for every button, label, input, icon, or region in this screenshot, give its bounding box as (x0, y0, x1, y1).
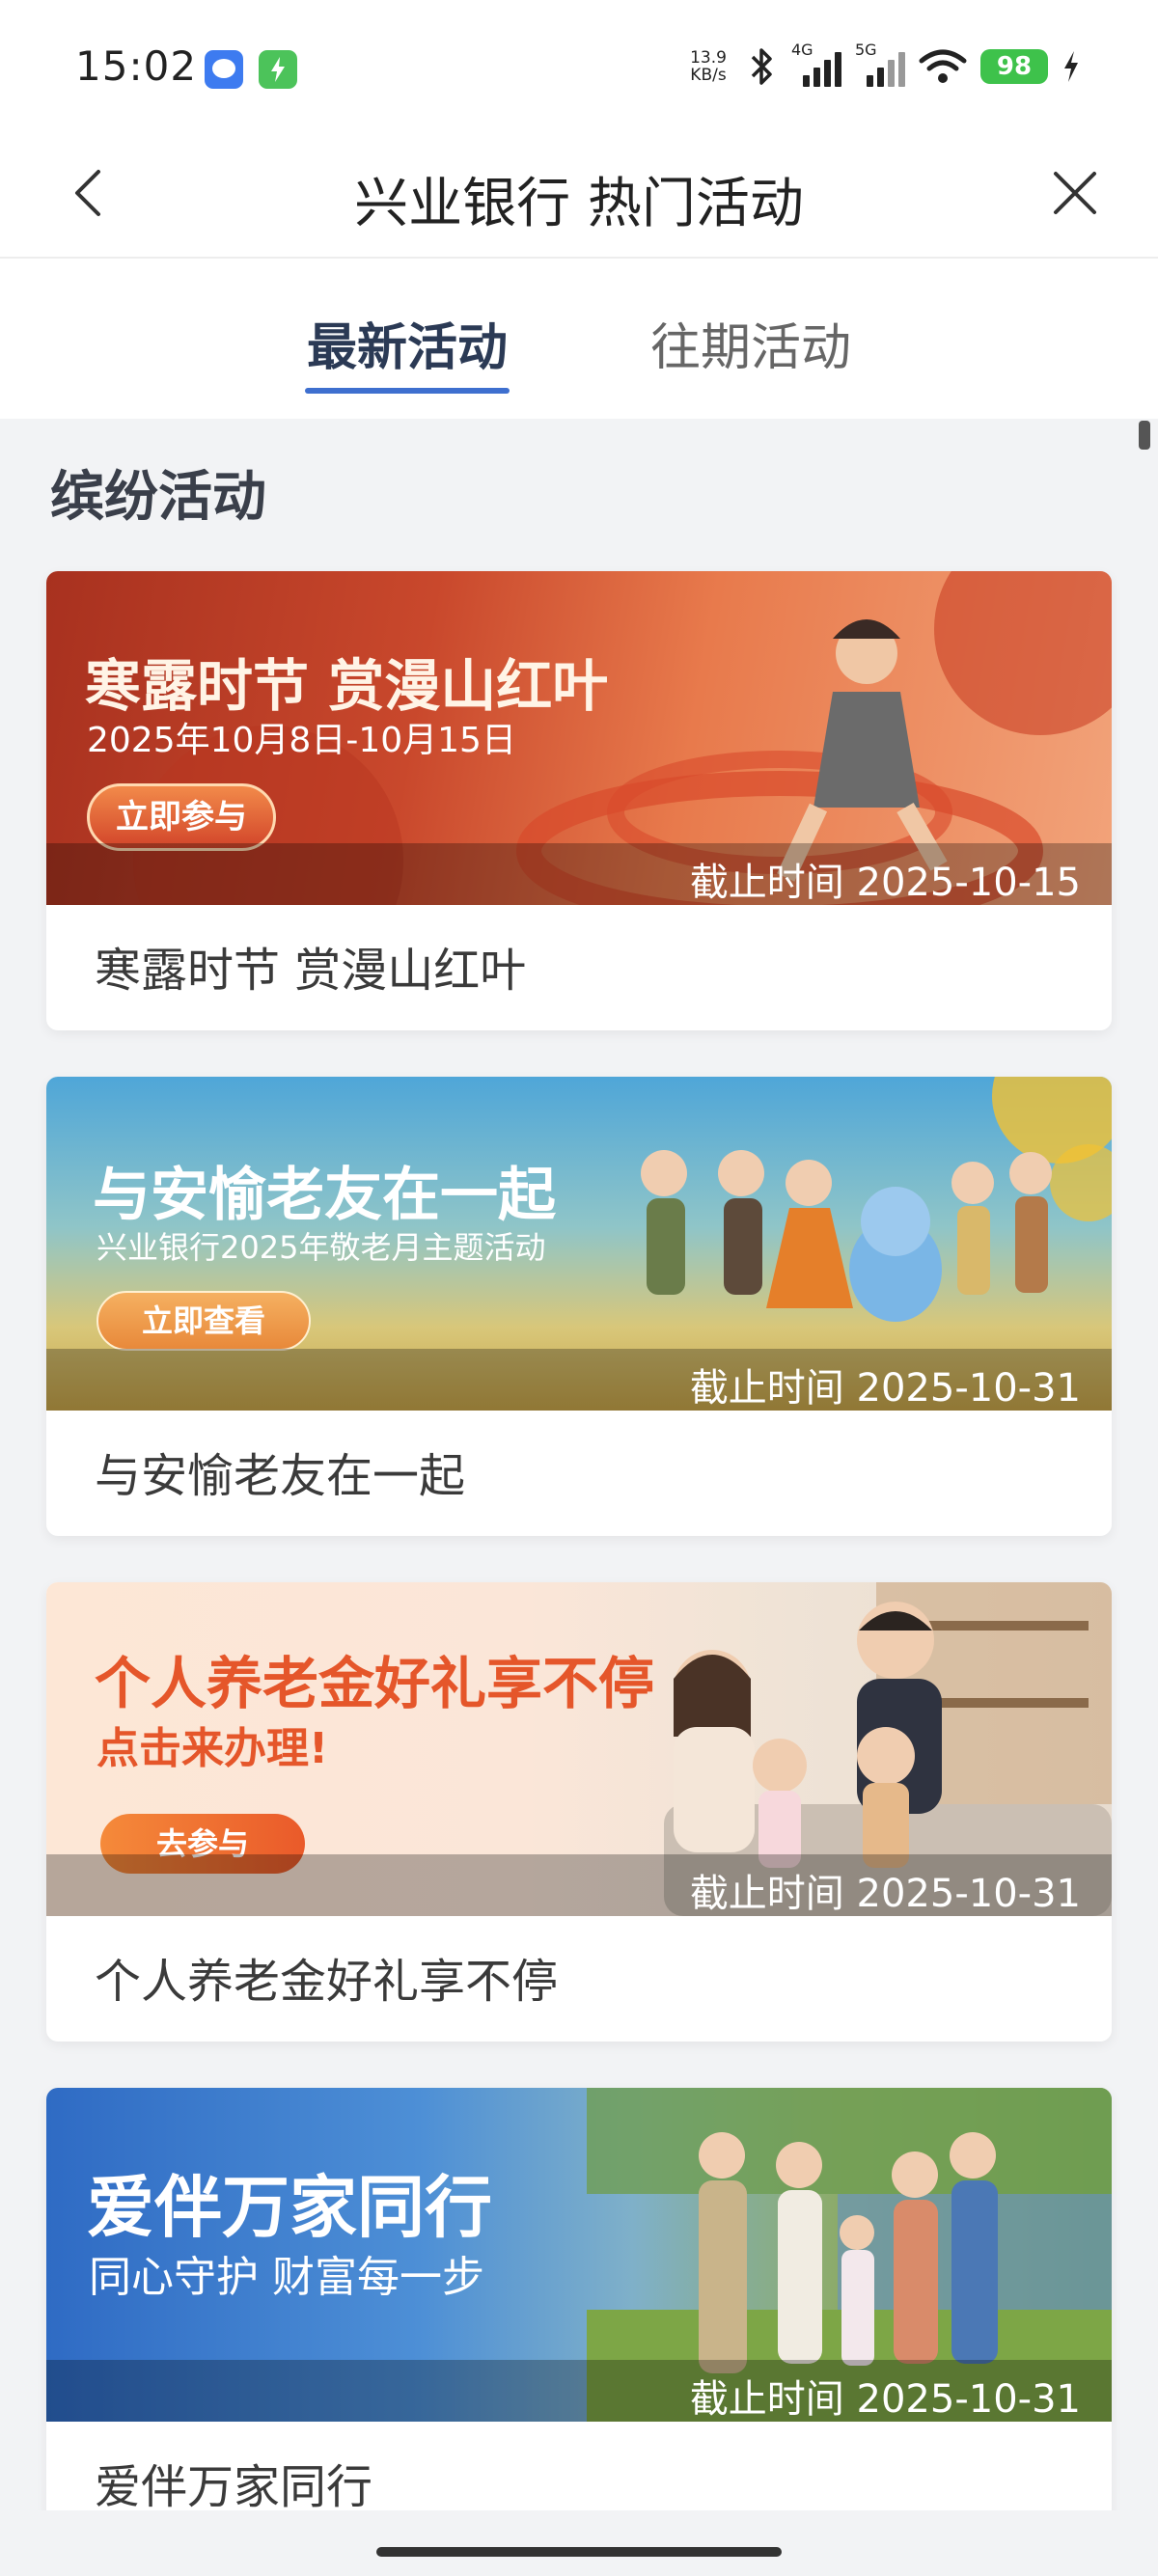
activity-title: 爱伴万家同行 (95, 2460, 373, 2510)
banner-headline: 与安愉老友在一起 (93, 1162, 556, 1229)
close-icon[interactable] (1046, 164, 1104, 222)
deadline-text: 截止时间 2025-10-31 (689, 2377, 1081, 2422)
banner-subline: 2025年10月8日-10月15日 (87, 721, 516, 760)
deadline-strip: 截止时间 2025-10-31 (46, 1854, 1112, 1916)
deadline-strip: 截止时间 2025-10-31 (46, 1349, 1112, 1411)
page-title: 兴业银行 热门活动 (354, 173, 804, 235)
banner-subline: 同心守护 财富每一步 (89, 2253, 484, 2302)
message-app-icon (205, 50, 243, 89)
charging-app-icon (259, 50, 297, 89)
activity-card[interactable]: 与安愉老友在一起 兴业银行2025年敬老月主题活动 立即查看 截止时间 2025… (46, 1077, 1112, 1536)
activity-title: 与安愉老友在一起 (95, 1449, 466, 1503)
wifi-icon (919, 49, 967, 83)
net-speed-unit: KB/s (690, 66, 727, 85)
charge-icon (1064, 51, 1078, 82)
activity-card[interactable]: 个人养老金好礼享不停 点击来办理! 去参与 截止时间 2025-10-31 个人… (46, 1582, 1112, 2042)
tab-active-indicator (305, 388, 510, 394)
home-indicator[interactable] (376, 2547, 782, 2557)
battery-icon: 98 (980, 49, 1048, 84)
status-indicators: 13.9 KB/s 4G 5G 98 (685, 41, 1081, 89)
activity-card[interactable]: 爱伴万家同行 同心守护 财富每一步 截止时间 2025-10-31 爱伴万家同行 (46, 2088, 1112, 2510)
scrollbar[interactable] (1139, 421, 1150, 450)
net-speed-value: 13.9 (690, 48, 727, 68)
deadline-text: 截止时间 2025-10-31 (689, 1872, 1081, 1916)
view-now-button[interactable]: 立即查看 (96, 1291, 311, 1351)
tab-bar: 最新活动 往期活动 (0, 259, 1158, 419)
activity-banner[interactable]: 寒露时节 赏漫山红叶 2025年10月8日-10月15日 立即参与 截止时间 2… (46, 571, 1112, 905)
status-time: 15:02 (75, 42, 198, 90)
deadline-text: 截止时间 2025-10-31 (689, 1366, 1081, 1411)
tab-past-activities[interactable]: 往期活动 (650, 307, 851, 379)
activity-title: 寒露时节 赏漫山红叶 (95, 944, 527, 998)
activity-title: 个人养老金好礼享不停 (95, 1955, 559, 2009)
section-title: 缤纷活动 (50, 466, 266, 529)
tab-latest-activities[interactable]: 最新活动 (307, 307, 508, 379)
nav-bar: 兴业银行 热门活动 (0, 135, 1158, 259)
activity-banner[interactable]: 爱伴万家同行 同心守护 财富每一步 截止时间 2025-10-31 (46, 2088, 1112, 2422)
status-bar: 15:02 13.9 KB/s 4G 5G 98 (0, 0, 1158, 135)
network-speed: 13.9 KB/s (685, 49, 731, 84)
signal-icon-sim2: 5G (855, 41, 905, 89)
banner-subline: 兴业银行2025年敬老月主题活动 (96, 1229, 546, 1266)
activity-card[interactable]: 寒露时节 赏漫山红叶 2025年10月8日-10月15日 立即参与 截止时间 2… (46, 571, 1112, 1030)
signal-icon-sim1: 4G (791, 41, 841, 89)
banner-headline: 爱伴万家同行 (87, 2168, 492, 2247)
banner-subline: 点击来办理! (96, 1724, 329, 1773)
activity-banner[interactable]: 与安愉老友在一起 兴业银行2025年敬老月主题活动 立即查看 截止时间 2025… (46, 1077, 1112, 1411)
activity-list[interactable]: 缤纷活动 寒露时节 赏漫山红叶 2025年10月8日-10月15日 立即参与 截… (0, 419, 1158, 2510)
join-now-button[interactable]: 立即参与 (87, 783, 276, 851)
deadline-text: 截止时间 2025-10-15 (689, 861, 1081, 905)
banner-headline: 寒露时节 赏漫山红叶 (85, 653, 609, 719)
banner-headline: 个人养老金好礼享不停 (95, 1651, 655, 1716)
bluetooth-icon (751, 48, 772, 85)
deadline-strip: 截止时间 2025-10-31 (46, 2360, 1112, 2422)
deadline-strip: 截止时间 2025-10-15 (46, 843, 1112, 905)
activity-banner[interactable]: 个人养老金好礼享不停 点击来办理! 去参与 截止时间 2025-10-31 (46, 1582, 1112, 1916)
